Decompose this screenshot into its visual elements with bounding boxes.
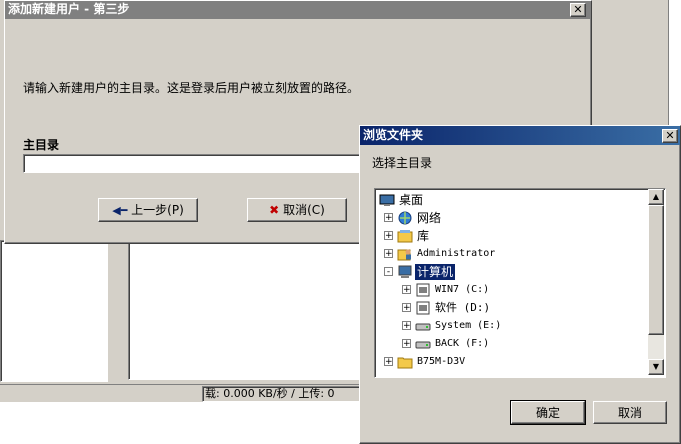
desktop-icon	[379, 194, 395, 206]
tree-item-administrator[interactable]: + Administrator	[377, 245, 647, 263]
browse-title: 浏览文件夹	[363, 128, 424, 142]
tree-item-library[interactable]: + 库	[377, 227, 647, 245]
user-folder-icon	[397, 249, 411, 261]
folder-tree-view[interactable]: 桌面 + 网络 + 库 + Administrator - 计算机 + WIN7…	[374, 188, 666, 378]
tree-item-drive-e[interactable]: + System (E:)	[377, 317, 647, 335]
library-icon	[397, 230, 413, 243]
close-icon: ✕	[573, 3, 583, 16]
folder-icon	[397, 357, 413, 369]
cancel-x-icon: ✖	[269, 203, 280, 217]
browse-title-bar: 浏览文件夹	[360, 126, 680, 145]
scroll-down-button[interactable]: ▼	[648, 359, 664, 375]
tree-item-label: System (E:)	[435, 320, 502, 331]
close-icon: ✕	[665, 129, 675, 142]
tree-item-label: 软件 (D:)	[435, 301, 491, 314]
wizard-cancel-label: 取消(C)	[283, 203, 325, 217]
expand-icon[interactable]: +	[402, 321, 411, 331]
ok-button-label: 确定	[535, 406, 560, 420]
computer-icon	[398, 265, 412, 278]
tree-item-label: BACK (F:)	[435, 338, 490, 349]
tree-item-folder-b75m[interactable]: + B75M-D3V	[377, 353, 647, 371]
browse-cancel-button[interactable]: 取消	[593, 401, 667, 424]
browse-close-button[interactable]: ✕	[662, 129, 678, 143]
browse-folder-dialog: 浏览文件夹 ✕ 选择主目录 桌面 + 网络 + 库 + Administrato…	[359, 125, 681, 444]
background-left-pane	[0, 240, 108, 382]
home-directory-label: 主目录	[23, 138, 60, 152]
tree-item-label-selected: 计算机	[415, 264, 456, 280]
expand-icon[interactable]: +	[402, 339, 411, 349]
drive-icon	[416, 283, 430, 297]
wizard-close-button[interactable]: ✕	[570, 3, 586, 17]
expand-icon[interactable]: +	[384, 213, 393, 223]
collapse-icon[interactable]: -	[384, 267, 393, 277]
expand-icon[interactable]: +	[402, 303, 411, 313]
tree-item-computer[interactable]: - 计算机	[377, 263, 647, 281]
drive-icon	[416, 301, 430, 315]
wizard-cancel-button[interactable]: ✖ 取消(C)	[247, 198, 347, 222]
back-arrow-icon: ◀━	[112, 204, 128, 217]
expand-icon[interactable]: +	[384, 231, 393, 241]
expand-icon[interactable]: +	[384, 357, 393, 367]
tree-item-label: Administrator	[417, 248, 496, 259]
tree-item-label: 库	[417, 229, 430, 243]
status-bar-text: 载: 0.000 KB/秒 / 上传: 0	[205, 387, 335, 400]
tree-item-drive-c[interactable]: + WIN7 (C:)	[377, 281, 647, 299]
tree-item-label: B75M-D3V	[417, 356, 466, 367]
wizard-instruction: 请输入新建用户的主目录。这是登录后用户被立刻放置的路径。	[23, 81, 360, 95]
folder-tree-list: 桌面 + 网络 + 库 + Administrator - 计算机 + WIN7…	[377, 191, 647, 377]
tree-item-label: 网络	[417, 211, 442, 225]
wizard-title: 添加新建用户 - 第三步	[8, 2, 130, 16]
tree-item-label: 桌面	[399, 193, 424, 207]
scroll-up-icon: ▲	[652, 192, 660, 201]
status-bar-transfer-rate: 载: 0.000 KB/秒 / 上传: 0	[202, 386, 362, 402]
background-right-strip	[668, 0, 681, 130]
expand-icon[interactable]: +	[384, 249, 393, 259]
ok-button[interactable]: 确定	[510, 400, 586, 425]
scroll-up-button[interactable]: ▲	[648, 189, 664, 205]
tree-item-network[interactable]: + 网络	[377, 209, 647, 227]
wizard-title-bar: 添加新建用户 - 第三步	[5, 1, 591, 19]
scroll-thumb[interactable]	[648, 205, 664, 335]
browse-prompt: 选择主目录	[372, 156, 433, 170]
tree-item-drive-f[interactable]: + BACK (F:)	[377, 335, 647, 353]
removable-drive-icon	[415, 323, 431, 331]
tree-item-label: WIN7 (C:)	[435, 284, 490, 295]
background-list-pane	[128, 240, 388, 380]
browse-cancel-label: 取消	[617, 406, 642, 420]
network-icon	[398, 211, 412, 225]
tree-scrollbar[interactable]: ▲ ▼	[648, 189, 664, 375]
tree-item-desktop[interactable]: 桌面	[377, 191, 647, 209]
removable-drive-icon	[415, 341, 431, 349]
tree-item-drive-d[interactable]: + 软件 (D:)	[377, 299, 647, 317]
back-button[interactable]: ◀━ 上一步(P)	[98, 198, 198, 222]
expand-icon[interactable]: +	[402, 285, 411, 295]
back-button-label: 上一步(P)	[131, 203, 184, 217]
scroll-down-icon: ▼	[652, 362, 660, 371]
